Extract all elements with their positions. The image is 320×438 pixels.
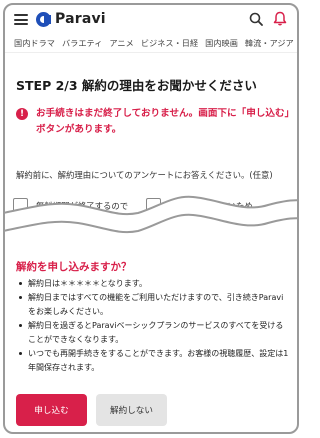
survey-intro: 解約前に、解約理由についてのアンケートにお答えください。(任意) — [16, 170, 273, 180]
nav-item-variety[interactable]: バラエティ — [62, 35, 102, 52]
list-item: 解約日を過ぎるとParaviベーシックプランのサービスのすべてを受けることができ… — [16, 319, 291, 347]
exclamation-icon: ! — [16, 108, 28, 120]
apply-button[interactable]: 申し込む — [16, 394, 87, 426]
app-header: Paravi — [5, 5, 297, 33]
torn-page-divider — [5, 195, 297, 233]
list-item: 解約日まではすべての機能をご利用いただけますので、引き続きParaviをお楽しみ… — [16, 291, 291, 319]
nav-item-anime[interactable]: アニメ — [109, 35, 133, 52]
logo[interactable]: Paravi — [36, 11, 106, 27]
nav-item-korean-asian[interactable]: 韓流・アジア — [245, 35, 294, 52]
page-title: STEP 2/3 解約の理由をお聞かせください — [16, 78, 257, 93]
nav-item-domestic-drama[interactable]: 国内ドラマ — [14, 35, 55, 52]
do-not-cancel-button[interactable]: 解約しない — [96, 394, 167, 426]
hamburger-menu-icon[interactable] — [14, 14, 28, 25]
cancellation-notes: 解約日は＊＊＊＊＊となります。 解約日まではすべての機能をご利用いただけますので… — [16, 277, 291, 375]
warning-alert: ! お手続きはまだ終了しておりません。画面下に「申し込む」ボタンがあります。 — [16, 106, 291, 138]
paravi-logo-icon — [36, 11, 51, 27]
alert-text: お手続きはまだ終了しておりません。画面下に「申し込む」ボタンがあります。 — [36, 108, 290, 135]
search-icon[interactable] — [249, 12, 263, 26]
list-item: いつでも再開手続きをすることができます。お客様の視聴履歴、設定は1年間保存されま… — [16, 347, 291, 375]
category-nav: 国内ドラマ バラエティ アニメ ビジネス・日経 国内映画 韓流・アジア — [5, 35, 297, 53]
confirm-heading: 解約を申し込みますか？ — [16, 261, 132, 273]
nav-item-domestic-film[interactable]: 国内映画 — [205, 35, 238, 52]
bell-icon[interactable] — [273, 11, 287, 26]
nav-item-business[interactable]: ビジネス・日経 — [141, 35, 198, 52]
phone-screen: Paravi 国内ドラマ バラエティ アニメ ビジネス・日経 国内映画 韓流・ア… — [3, 3, 299, 434]
list-item: 解約日は＊＊＊＊＊となります。 — [16, 277, 291, 291]
logo-text: Paravi — [55, 11, 106, 27]
